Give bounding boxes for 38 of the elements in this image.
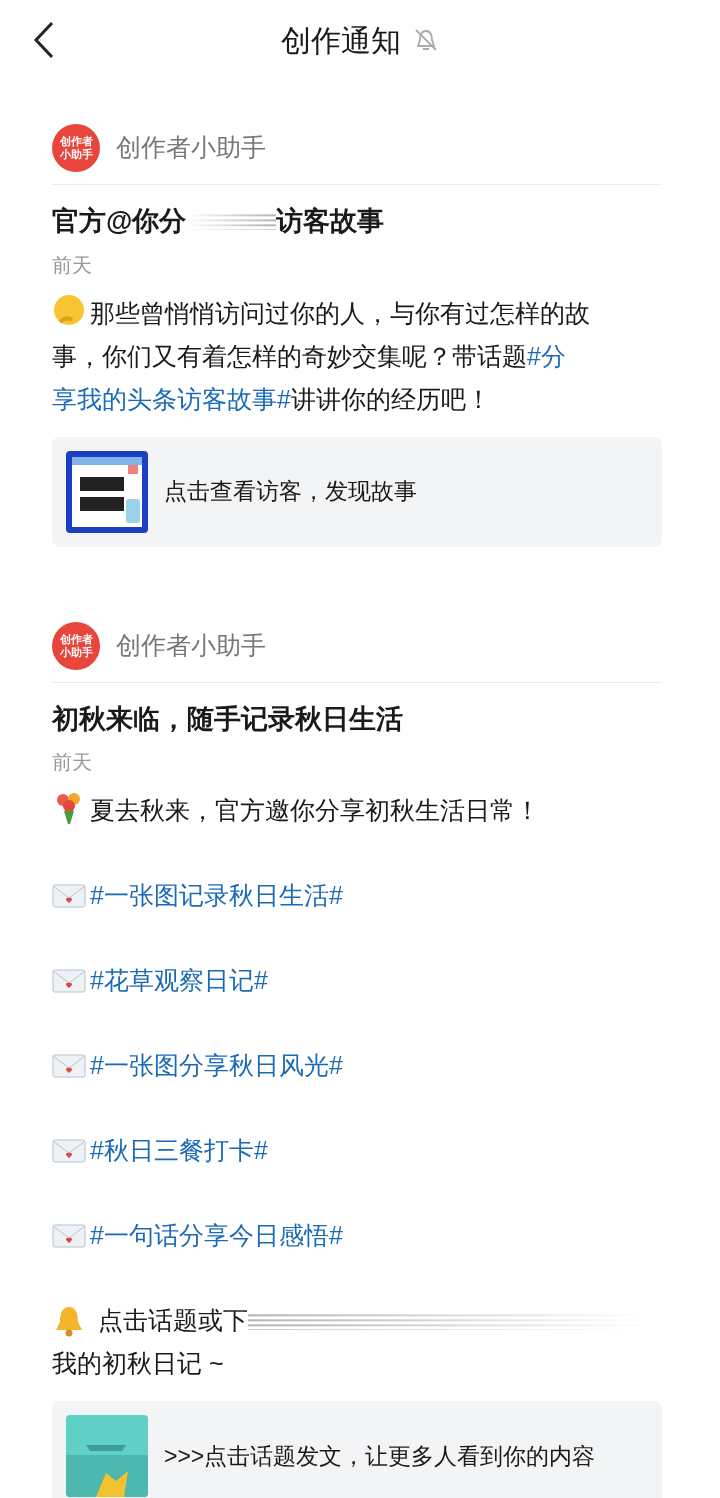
message-text: 享我的头条访客故事#讲讲你的经历吧！ — [52, 383, 492, 415]
envelope-emoji-icon — [52, 1137, 86, 1164]
envelope-emoji-icon — [52, 967, 86, 994]
topic-link[interactable]: #分 — [527, 341, 566, 370]
message-time: 前天 — [52, 252, 93, 278]
avatar-text: 创作者 — [59, 135, 93, 148]
avatar-text: 小助手 — [59, 645, 93, 659]
card-text: >>>点击话题发文，让更多人看到你的内容 — [164, 1441, 596, 1471]
topic-link[interactable]: #一张图分享秋日风光# — [90, 1044, 343, 1087]
card-text: 点击查看访客，发现故事 — [164, 477, 417, 507]
sender-name: 创作者小助手 — [116, 132, 266, 164]
topic-link[interactable]: #一句话分享今日感悟# — [90, 1214, 343, 1257]
envelope-emoji-icon — [52, 1052, 86, 1079]
avatar[interactable]: 创作者 小助手 — [52, 621, 100, 670]
message-text: 我的初秋日记 ~ — [52, 1348, 225, 1379]
avatar-text: 创作者 — [59, 632, 93, 646]
thinking-emoji-icon — [52, 293, 86, 328]
message-title: 官方@你分 — [52, 205, 187, 238]
message-text: 那些曾悄悄访问过你的人，与你有过怎样的故 — [52, 291, 662, 335]
link-card[interactable]: >>>点击话题发文，让更多人看到你的内容 — [52, 1401, 662, 1498]
sender-name: 创作者小助手 — [116, 629, 266, 661]
message-time: 前天 — [52, 750, 93, 775]
envelope-emoji-icon — [52, 1222, 86, 1249]
message-text: 点击话题或下 — [98, 1305, 248, 1336]
envelope-emoji-icon — [52, 882, 86, 909]
message-text: 夏去秋来，官方邀你分享初秋生活日常！ — [52, 789, 662, 832]
topic-link[interactable]: #花草观察日记# — [90, 959, 268, 1002]
back-icon[interactable] — [32, 21, 56, 59]
message-title: 访客故事 — [276, 205, 385, 238]
message-title: 初秋来临，随手记录秋日生活 — [52, 702, 403, 736]
topic-link[interactable]: #秋日三餐打卡# — [90, 1129, 268, 1172]
avatar[interactable]: 创作者 小助手 — [52, 124, 100, 172]
page-title: 创作通知 — [281, 22, 401, 59]
link-card[interactable]: 点击查看访客，发现故事 — [52, 436, 662, 547]
topic-link[interactable]: 享我的头条访客故事# — [52, 384, 291, 413]
topic-link[interactable]: #一张图记录秋日生活# — [90, 874, 343, 917]
avatar-text: 小助手 — [59, 148, 93, 161]
message-text: 事，你们又有着怎样的奇妙交集呢？带话题#分 — [52, 340, 567, 372]
